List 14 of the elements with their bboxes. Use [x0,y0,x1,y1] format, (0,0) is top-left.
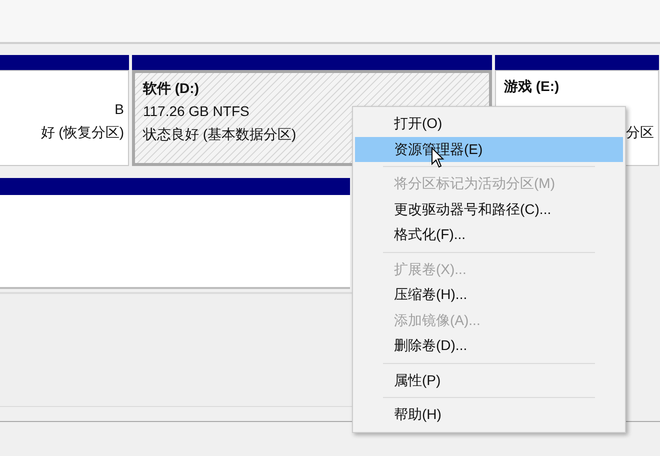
partition-info: 117.26 GB NTFS [143,102,250,121]
menu-item[interactable]: 属性(P) [355,368,623,393]
partition-info: 状态良好 (基本数据分区) [143,125,296,144]
partition-title: 游戏 (E:) [504,77,560,96]
partition-title: 软件 (D:) [143,79,199,98]
menu-item[interactable]: 压缩卷(H)... [355,282,623,308]
partition-info: B [114,100,124,119]
partition-panel[interactable]: B 好 (恢复分区) [0,70,129,166]
menu-item[interactable]: 格式化(F)... [355,222,623,248]
menu-item[interactable]: 更改驱动器号和路径(C)... [355,196,623,222]
menu-item[interactable]: 删除卷(D)... [355,333,623,358]
partition-info: 分区 [626,123,654,142]
partition-info: 好 (恢复分区) [40,123,124,142]
menu-item[interactable]: 帮助(H) [355,402,623,428]
